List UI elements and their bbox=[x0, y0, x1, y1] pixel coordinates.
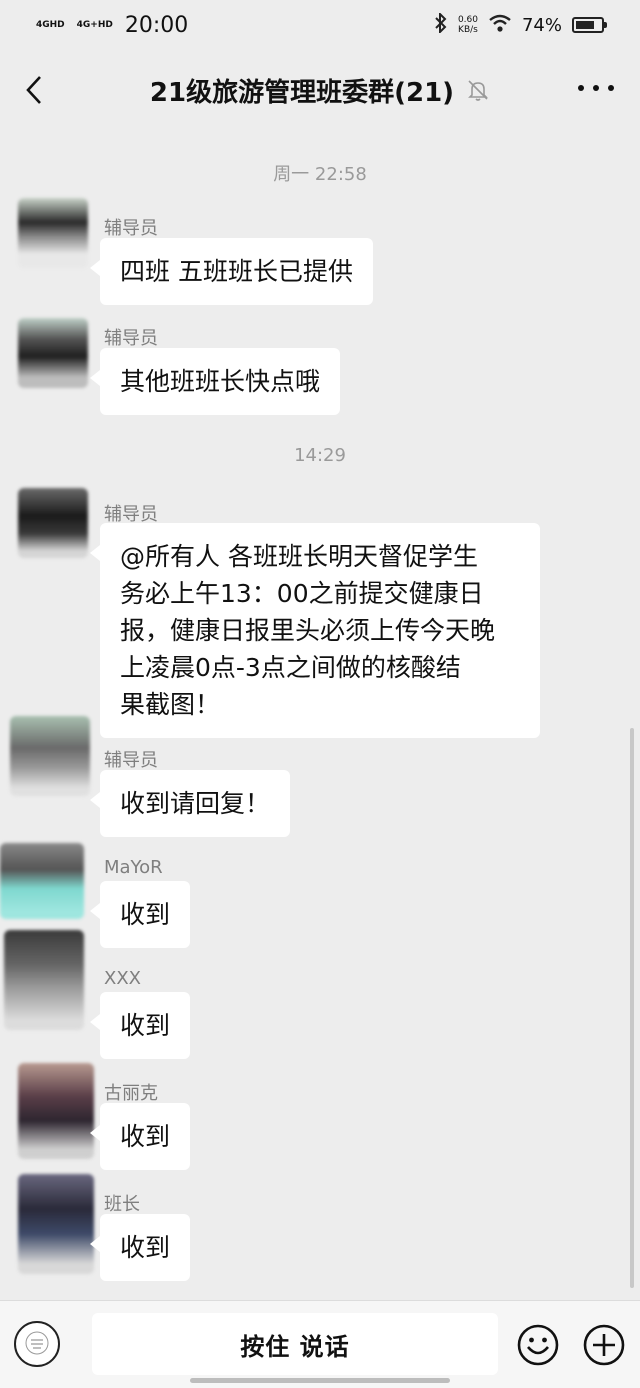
more-dot bbox=[608, 85, 614, 91]
message-bubble[interactable]: 收到 bbox=[89, 992, 191, 1059]
home-indicator[interactable] bbox=[190, 1378, 450, 1383]
network-speed: 0.60 KB/s bbox=[458, 15, 478, 35]
plus-icon[interactable] bbox=[582, 1323, 626, 1367]
back-button[interactable] bbox=[18, 72, 50, 108]
message-bubble[interactable]: 收到 bbox=[89, 1103, 191, 1170]
clock: 20:00 bbox=[124, 12, 189, 38]
message-text: 收到 bbox=[120, 900, 171, 929]
message-list[interactable]: 周一 22:58 辅导员 四班 五班班长已提供 辅导员 其他班班长快点哦 14:… bbox=[0, 130, 640, 1300]
message-text: 收到 bbox=[120, 1122, 171, 1151]
time-separator: 周一 22:58 bbox=[273, 164, 367, 185]
network-indicator: 4GHD bbox=[36, 19, 65, 30]
message-text-line: @所有人 各班班长明天督促学生 bbox=[120, 542, 478, 571]
battery-icon bbox=[572, 17, 607, 33]
message-bubble[interactable]: @所有人 各班班长明天督促学生 务必上午13：00之前提交健康日 报，健康日报里… bbox=[90, 523, 540, 738]
message-text: 收到 bbox=[120, 1233, 171, 1262]
network-2: 4G+HD bbox=[76, 19, 113, 30]
wifi-icon bbox=[488, 13, 512, 38]
message-bubble[interactable]: 收到 bbox=[89, 881, 191, 948]
sender-name: 辅导员 bbox=[104, 328, 158, 349]
network-1: 4GHD bbox=[36, 19, 65, 30]
battery-fill bbox=[576, 21, 594, 29]
avatar[interactable] bbox=[18, 198, 88, 268]
battery-percent: 74% bbox=[521, 14, 562, 36]
sender-name: 辅导员 bbox=[104, 750, 158, 771]
avatar[interactable] bbox=[18, 1063, 94, 1159]
avatar[interactable] bbox=[18, 488, 88, 558]
message-text-line: 果截图！ bbox=[120, 690, 221, 719]
avatar[interactable] bbox=[4, 930, 84, 1030]
message-bubble[interactable]: 收到请回复！ bbox=[89, 770, 291, 837]
message-text: 其他班班长快点哦 bbox=[120, 367, 321, 396]
status-bar: 4GHD 4G+HD 20:00 0.60 KB/s 74% bbox=[0, 0, 640, 50]
bell-off-icon bbox=[468, 80, 488, 101]
emoji-icon[interactable] bbox=[516, 1323, 560, 1367]
speed-value: 0.60 bbox=[457, 15, 478, 25]
sender-name: MaYoR bbox=[104, 857, 163, 878]
avatar[interactable] bbox=[0, 843, 84, 919]
chat-header: 21级旅游管理班委群(21) bbox=[0, 50, 640, 130]
chevron-left-icon bbox=[26, 76, 41, 104]
avatar[interactable] bbox=[18, 1174, 94, 1274]
message-text-line: 上凌晨0点-3点之间做的核酸结 bbox=[120, 653, 461, 682]
message-text: 四班 五班班长已提供 bbox=[120, 257, 353, 286]
message-bubble[interactable]: 四班 五班班长已提供 bbox=[90, 238, 373, 305]
network-indicator-2: 4G+HD bbox=[76, 19, 113, 30]
more-button[interactable] bbox=[578, 78, 614, 98]
speed-unit: KB/s bbox=[458, 25, 478, 35]
hold-to-talk-button[interactable]: 按住 说话 bbox=[92, 1313, 498, 1375]
avatar[interactable] bbox=[10, 716, 90, 796]
message-bubble[interactable]: 其他班班长快点哦 bbox=[89, 348, 341, 415]
message-text: 收到请回复！ bbox=[120, 789, 271, 818]
bluetooth-icon bbox=[434, 11, 448, 38]
sender-name: 古丽克 bbox=[104, 1083, 158, 1104]
time-separator: 14:29 bbox=[294, 445, 346, 466]
message-text: 收到 bbox=[120, 1011, 171, 1040]
more-dot bbox=[593, 85, 599, 91]
message-text-line: 务必上午13：00之前提交健康日 bbox=[120, 579, 484, 608]
chat-title: 21级旅游管理班委群(21) bbox=[149, 77, 455, 108]
message-text-line: 报，健康日报里头必须上传今天晚 bbox=[120, 616, 496, 645]
voice-avatar-icon[interactable] bbox=[14, 1321, 60, 1367]
message-bubble[interactable]: 收到 bbox=[89, 1214, 191, 1281]
sender-name: 班长 bbox=[104, 1194, 140, 1215]
sender-name: XXX bbox=[104, 968, 141, 989]
avatar[interactable] bbox=[18, 318, 88, 388]
scrollbar[interactable] bbox=[630, 728, 634, 1288]
more-dot bbox=[578, 85, 584, 91]
sender-name: 辅导员 bbox=[104, 218, 158, 239]
input-bar: 按住 说话 bbox=[0, 1300, 640, 1388]
